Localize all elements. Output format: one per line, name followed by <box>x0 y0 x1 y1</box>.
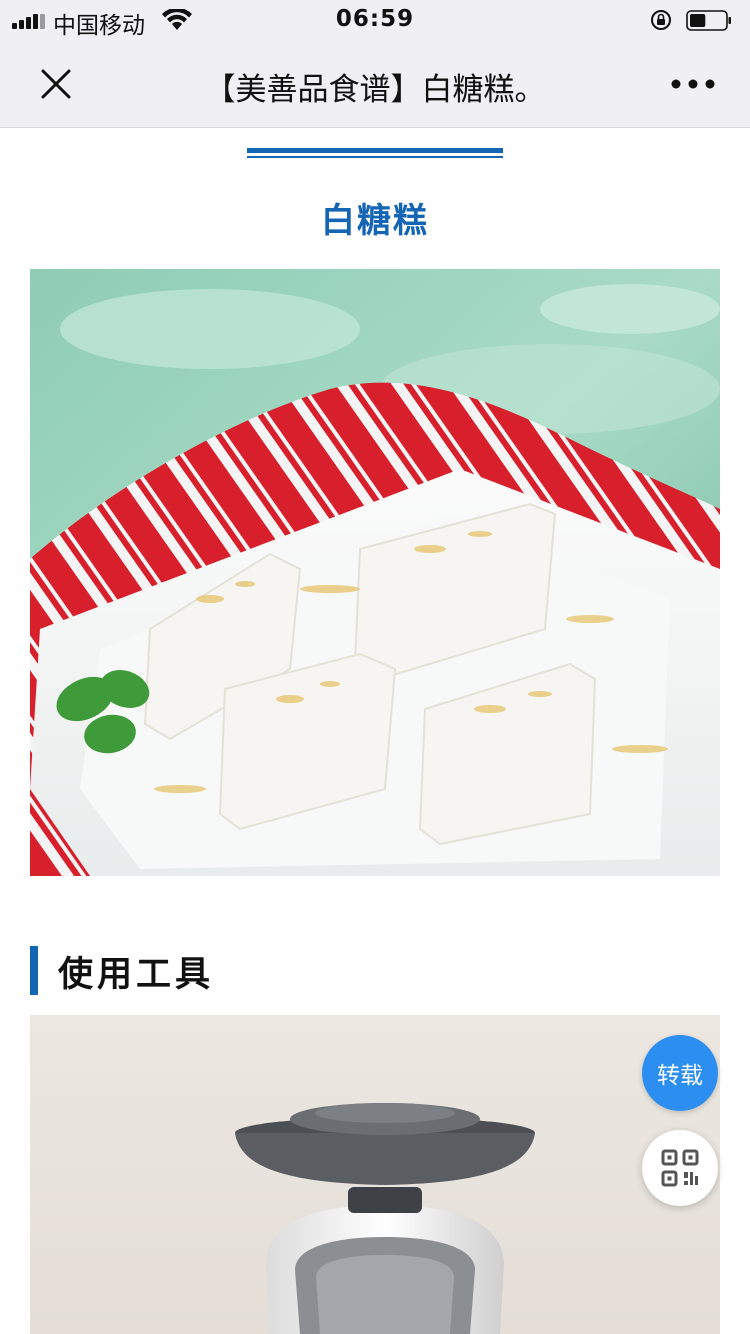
more-dots-icon[interactable] <box>668 72 718 96</box>
recipe-title: 白糖糕 <box>321 201 429 241</box>
tool-image <box>30 1015 720 1334</box>
section-accent-bar <box>30 946 38 995</box>
close-icon[interactable] <box>34 62 78 106</box>
qr-code-button[interactable] <box>642 1130 718 1206</box>
nav-bar: 【美善品食谱】白糖糕。 <box>0 40 750 128</box>
status-bar: 中国移动 06:59 <box>0 0 750 40</box>
clock: 06:59 <box>335 6 415 32</box>
hero-image <box>30 269 720 876</box>
title-divider <box>247 148 503 160</box>
repost-button[interactable]: 转载 <box>642 1035 718 1111</box>
battery-icon <box>686 10 732 31</box>
section-title: 使用工具 <box>58 955 215 995</box>
rotation-lock-icon <box>651 10 671 30</box>
page-title: 【美善品食谱】白糖糕。 <box>204 72 546 108</box>
qr-code-icon <box>661 1149 699 1187</box>
